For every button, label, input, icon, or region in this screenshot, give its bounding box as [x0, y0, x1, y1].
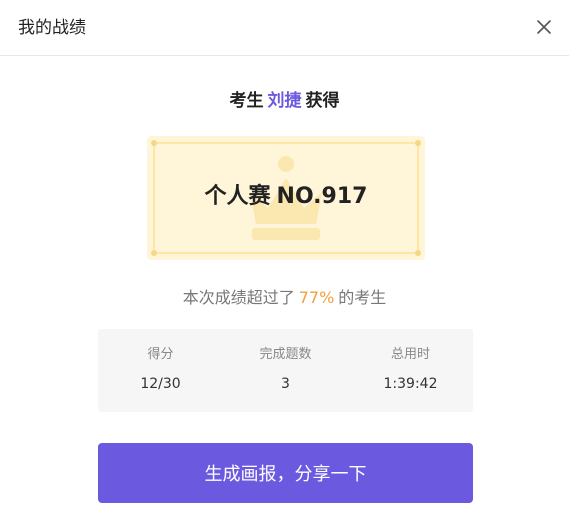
stat-value: 3: [281, 376, 290, 392]
percentile-line: 本次成绩超过了 77% 的考生: [0, 287, 569, 309]
stat-label: 得分: [147, 347, 174, 362]
percentile-prefix: 本次成绩超过了: [182, 288, 295, 307]
results-modal: 我的战绩 考生 刘捷 获得 个人赛 NO.917 本次成绩超过了 77% 的考生 得分 1…: [0, 0, 569, 523]
rank-card: 个人赛 NO.917: [147, 136, 425, 260]
stat-value: 1:39:42: [383, 376, 438, 392]
frame-corner-dot: [151, 250, 157, 256]
close-icon: [537, 20, 551, 34]
percentile-value: 77%: [298, 288, 335, 307]
stat-value: 12/30: [140, 376, 181, 392]
share-button[interactable]: 生成画报，分享一下: [98, 443, 473, 503]
candidate-headline: 考生 刘捷 获得: [0, 90, 569, 112]
modal-title: 我的战绩: [18, 18, 86, 38]
stat-label: 完成题数: [259, 347, 312, 362]
frame-corner-dot: [415, 250, 421, 256]
modal-header: 我的战绩: [0, 0, 569, 56]
frame-corner-dot: [151, 140, 157, 146]
stat-label: 总用时: [390, 347, 430, 362]
stat-score: 得分 12/30: [98, 329, 223, 412]
percentile-suffix: 的考生: [338, 288, 387, 307]
rank-number: NO.917: [276, 184, 368, 209]
stat-completed: 完成题数 3: [223, 329, 348, 412]
close-button[interactable]: [531, 14, 557, 40]
stat-total-time: 总用时 1:39:42: [348, 329, 473, 412]
candidate-name: 刘捷: [267, 91, 302, 111]
rank-text: 个人赛 NO.917: [147, 183, 425, 211]
stats-panel: 得分 12/30 完成题数 3 总用时 1:39:42: [98, 329, 473, 412]
headline-prefix: 考生: [229, 91, 264, 111]
frame-corner-dot: [415, 140, 421, 146]
rank-label: 个人赛: [204, 184, 271, 209]
headline-suffix: 获得: [305, 91, 340, 111]
